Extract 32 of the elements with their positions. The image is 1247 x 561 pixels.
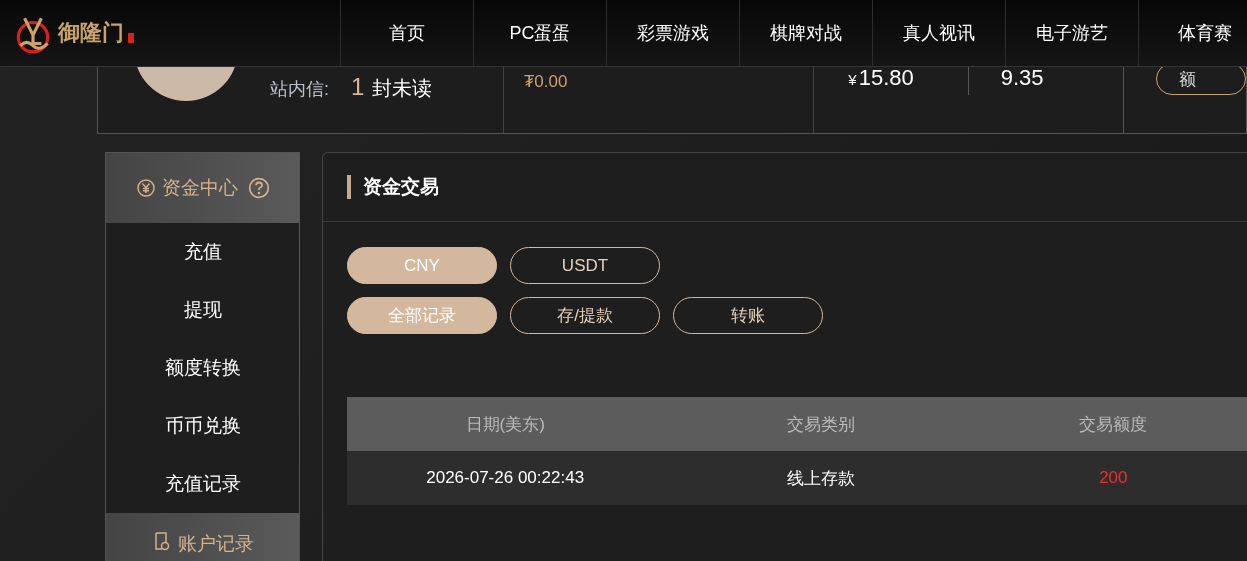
nav-link[interactable]: 体育赛 (1138, 0, 1247, 66)
nav-link[interactable]: 真人视讯 (872, 0, 1005, 66)
sidebar-item[interactable]: 充值 (106, 223, 299, 281)
table-cell: 2026-07-26 00:22:43 (347, 451, 664, 505)
panel-title: 资金交易 (363, 175, 439, 199)
message-label: 站内信: (270, 78, 329, 101)
nav-link[interactable]: PC蛋蛋 (473, 0, 606, 66)
column-header: 交易类别 (663, 397, 980, 451)
unread-count: 1 (351, 73, 365, 101)
table-cell: 200 (979, 451, 1247, 505)
sidebar-header[interactable]: 账户记录 (106, 513, 299, 561)
balance-value: 9.35 (1000, 67, 1044, 90)
column-header: 日期(美东) (347, 397, 664, 451)
table-cell: 线上存款 (663, 451, 980, 505)
sidebar-item[interactable]: 额度转换 (106, 339, 299, 397)
balance-value: ¥15.80 (848, 67, 914, 90)
sidebar-header[interactable]: 资金中心 (106, 153, 299, 223)
sidebar-item[interactable]: 币币兑换 (106, 397, 299, 455)
usdt-balance: ₮0.00 (523, 72, 568, 91)
accent-bar (347, 175, 351, 199)
nav-link[interactable]: 电子游艺 (1005, 0, 1138, 66)
seal-icon (128, 33, 134, 43)
nav-link[interactable]: 首页 (340, 0, 473, 66)
column-header: 交易额度 (979, 397, 1247, 451)
sidebar-item[interactable]: 提现 (106, 281, 299, 339)
logo-text[interactable]: 御隆门 (58, 18, 124, 48)
help-icon[interactable] (247, 177, 270, 199)
nav-link[interactable]: 彩票游戏 (606, 0, 739, 66)
sidebar-item[interactable]: 充值记录 (106, 455, 299, 513)
nav-link[interactable]: 棋牌对战 (739, 0, 872, 66)
yen-coin-icon (135, 178, 156, 198)
unread-label: 封未读 (372, 76, 433, 101)
